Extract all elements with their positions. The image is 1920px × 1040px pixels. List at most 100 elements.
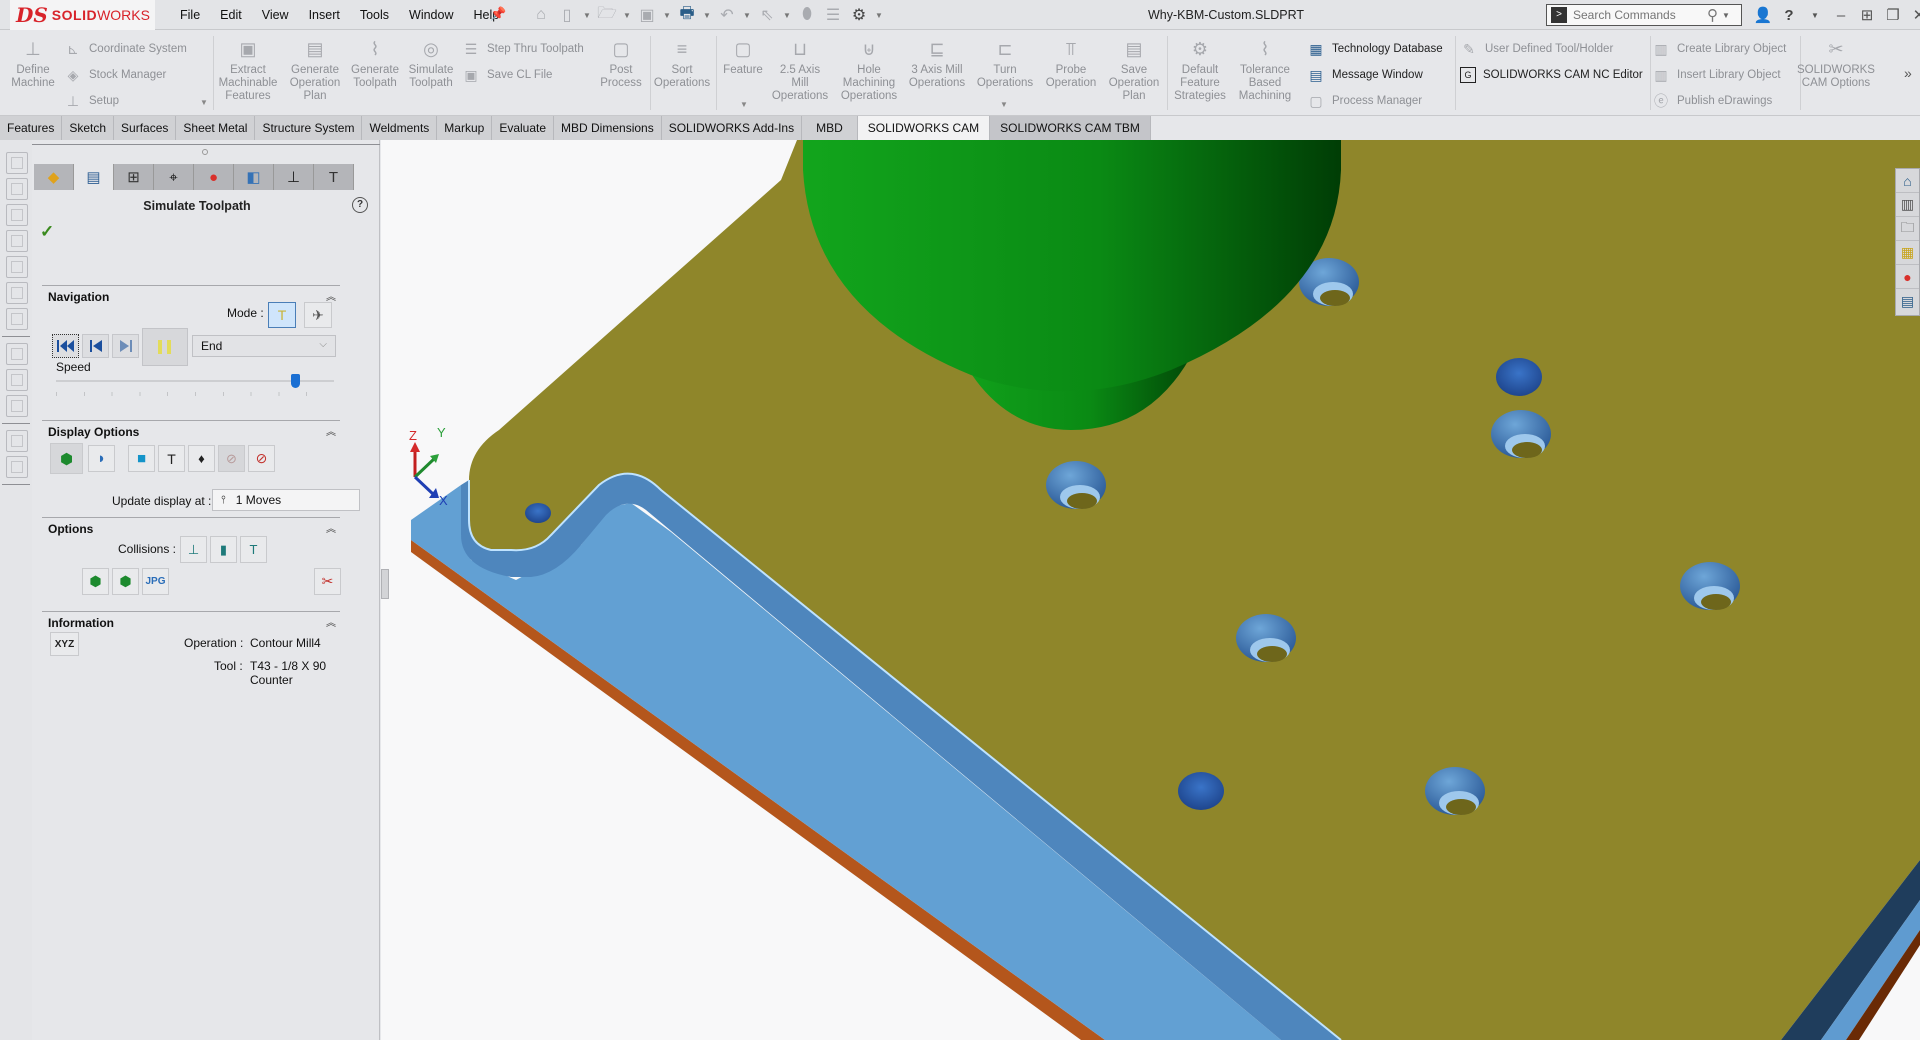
- move-icon[interactable]: [6, 395, 28, 417]
- view-front-icon[interactable]: [6, 152, 28, 174]
- generate-toolpath-button[interactable]: ⌇ Generate Toolpath: [350, 36, 400, 90]
- cam-operation-tree-tab[interactable]: ⊥: [274, 164, 314, 190]
- graphics-viewport[interactable]: Z Y X: [381, 140, 1920, 1040]
- cam-feature-tree-tab[interactable]: ◧: [234, 164, 274, 190]
- tab-sketch[interactable]: Sketch: [62, 116, 115, 140]
- chevron-down-icon[interactable]: ▼: [582, 11, 592, 20]
- tab-weldments[interactable]: Weldments: [362, 116, 438, 140]
- menu-view[interactable]: View: [252, 8, 299, 22]
- print-icon[interactable]: 🖶: [676, 4, 698, 26]
- tool-mode-button[interactable]: T: [268, 302, 296, 328]
- configuration-manager-tab[interactable]: ⊞: [114, 164, 154, 190]
- insert-library-object-button[interactable]: ▥ Insert Library Object: [1652, 66, 1780, 84]
- tab-markup[interactable]: Markup: [437, 116, 493, 140]
- new-document-icon[interactable]: ▯: [556, 4, 578, 26]
- open-folder-icon[interactable]: 🗁: [596, 4, 618, 26]
- tab-evaluate[interactable]: Evaluate: [492, 116, 555, 140]
- tab-solidworks-cam-tbm[interactable]: SOLIDWORKS CAM TBM: [990, 116, 1151, 140]
- pin-menu-icon[interactable]: 📌: [490, 6, 506, 22]
- hide-rapid-button[interactable]: ⊘: [248, 445, 275, 472]
- user-icon[interactable]: 👤: [1750, 6, 1776, 24]
- chevron-down-icon[interactable]: ▼: [622, 11, 632, 20]
- select-icon[interactable]: [6, 343, 28, 365]
- undo-icon[interactable]: ↶: [716, 4, 738, 26]
- menu-tools[interactable]: Tools: [350, 8, 399, 22]
- view-palette-icon[interactable]: ▦: [1896, 241, 1919, 265]
- publish-edrawings-button[interactable]: ⓔ Publish eDrawings: [1652, 92, 1772, 110]
- view-right-icon[interactable]: [6, 230, 28, 252]
- menu-insert[interactable]: Insert: [299, 8, 350, 22]
- feature-button[interactable]: ▢ Feature: [720, 36, 766, 77]
- design-library-icon[interactable]: ▥: [1896, 193, 1919, 217]
- view-left-icon[interactable]: [6, 204, 28, 226]
- display-manager-tab[interactable]: ●: [194, 164, 234, 190]
- rewind-button[interactable]: [52, 334, 79, 358]
- show-solid-button[interactable]: ■: [128, 445, 155, 472]
- tab-solidworks-cam[interactable]: SOLIDWORKS CAM: [857, 116, 991, 140]
- view-top-icon[interactable]: [6, 256, 28, 278]
- technology-database-button[interactable]: ▦ Technology Database: [1307, 40, 1442, 58]
- show-stock-button[interactable]: ⬢: [50, 443, 83, 474]
- view-bottom-icon[interactable]: [6, 282, 28, 304]
- save-jpg-button[interactable]: JPG: [142, 568, 169, 595]
- pause-button[interactable]: [142, 328, 188, 366]
- run-to-select[interactable]: End ⌵: [192, 335, 336, 357]
- step-forward-button[interactable]: [112, 334, 139, 358]
- collision-holder-button[interactable]: T: [240, 536, 267, 563]
- minimize-icon[interactable]: –: [1828, 7, 1854, 24]
- simulation-options-button[interactable]: ✂: [314, 568, 341, 595]
- show-tool-button[interactable]: T: [158, 445, 185, 472]
- show-fixture-button[interactable]: ⊘: [218, 445, 245, 472]
- file-explorer-icon[interactable]: 🗀: [1896, 217, 1919, 241]
- step-thru-toolpath-button[interactable]: ☰ Step Thru Toolpath: [462, 40, 584, 58]
- chevron-down-icon[interactable]: ▼: [1000, 100, 1008, 109]
- chevron-down-icon[interactable]: ▼: [782, 11, 792, 20]
- chevron-down-icon[interactable]: ▼: [742, 11, 752, 20]
- property-manager-tab[interactable]: ▤: [74, 164, 114, 190]
- view-back-icon[interactable]: [6, 178, 28, 200]
- menu-file[interactable]: File: [170, 8, 210, 22]
- define-machine-button[interactable]: ⊥ Define Machine: [8, 36, 58, 90]
- stock-manager-button[interactable]: ◈ Stock Manager: [64, 66, 167, 84]
- tab-mbd[interactable]: MBD: [802, 116, 858, 140]
- tab-solidworks-addins[interactable]: SOLIDWORKS Add-Ins: [661, 116, 803, 140]
- cam-tool-tree-tab[interactable]: T: [314, 164, 354, 190]
- menu-window[interactable]: Window: [399, 8, 463, 22]
- turn-operations-button[interactable]: ⊏ Turn Operations: [974, 36, 1036, 90]
- rebuild-icon[interactable]: ⬮: [796, 4, 818, 26]
- search-commands[interactable]: > ⚲ ▼: [1546, 4, 1742, 26]
- setup-button[interactable]: ⊥ Setup: [64, 92, 119, 110]
- search-input[interactable]: [1573, 8, 1703, 22]
- user-defined-tool-button[interactable]: ✎ User Defined Tool/Holder: [1460, 40, 1613, 58]
- feature-manager-tab[interactable]: ◆: [34, 164, 74, 190]
- speed-slider-thumb[interactable]: [291, 374, 301, 388]
- remove-stock-button[interactable]: ⬢: [82, 568, 109, 595]
- tab-features[interactable]: Features: [0, 116, 63, 140]
- chevron-down-icon[interactable]: ▼: [1722, 11, 1730, 20]
- collapse-icon[interactable]: ︽: [326, 288, 336, 303]
- dimxpert-tab[interactable]: ⌖: [154, 164, 194, 190]
- mill-3-axis-button[interactable]: ⊑ 3 Axis Mill Operations: [904, 36, 970, 90]
- mill-25-axis-button[interactable]: ⊔ 2.5 Axis Mill Operations: [770, 36, 830, 103]
- update-display-field[interactable]: ⫯ 1 Moves: [212, 489, 360, 511]
- tab-mbd-dimensions[interactable]: MBD Dimensions: [554, 116, 662, 140]
- save-operation-plan-button[interactable]: ▤ Save Operation Plan: [1106, 36, 1162, 103]
- default-feature-strategies-button[interactable]: ⚙ Default Feature Strategies: [1170, 36, 1230, 103]
- process-manager-button[interactable]: ▢ Process Manager: [1307, 92, 1422, 110]
- hole-machining-button[interactable]: ⊎ Hole Machining Operations: [836, 36, 902, 103]
- copy-icon[interactable]: [6, 430, 28, 452]
- view-isometric-icon[interactable]: [6, 308, 28, 330]
- save-cl-file-button[interactable]: ▣ Save CL File: [462, 66, 552, 84]
- file-properties-icon[interactable]: ☰: [822, 4, 844, 26]
- chevron-down-icon[interactable]: ▼: [740, 100, 748, 109]
- coordinate-system-button[interactable]: ⊾ Coordinate System: [64, 40, 187, 58]
- ok-checkmark-icon[interactable]: ✓: [40, 222, 54, 242]
- post-process-button[interactable]: ▢ Post Process: [598, 36, 644, 90]
- help-icon[interactable]: ?: [352, 197, 368, 213]
- show-holder-button[interactable]: ♦: [188, 445, 215, 472]
- chevron-down-icon[interactable]: ▼: [662, 11, 672, 20]
- collapse-icon[interactable]: ︽: [326, 614, 336, 629]
- probe-operation-button[interactable]: ⫪ Probe Operation: [1040, 36, 1102, 90]
- collision-tool-button[interactable]: ⊥: [180, 536, 207, 563]
- tab-surfaces[interactable]: Surfaces: [114, 116, 177, 140]
